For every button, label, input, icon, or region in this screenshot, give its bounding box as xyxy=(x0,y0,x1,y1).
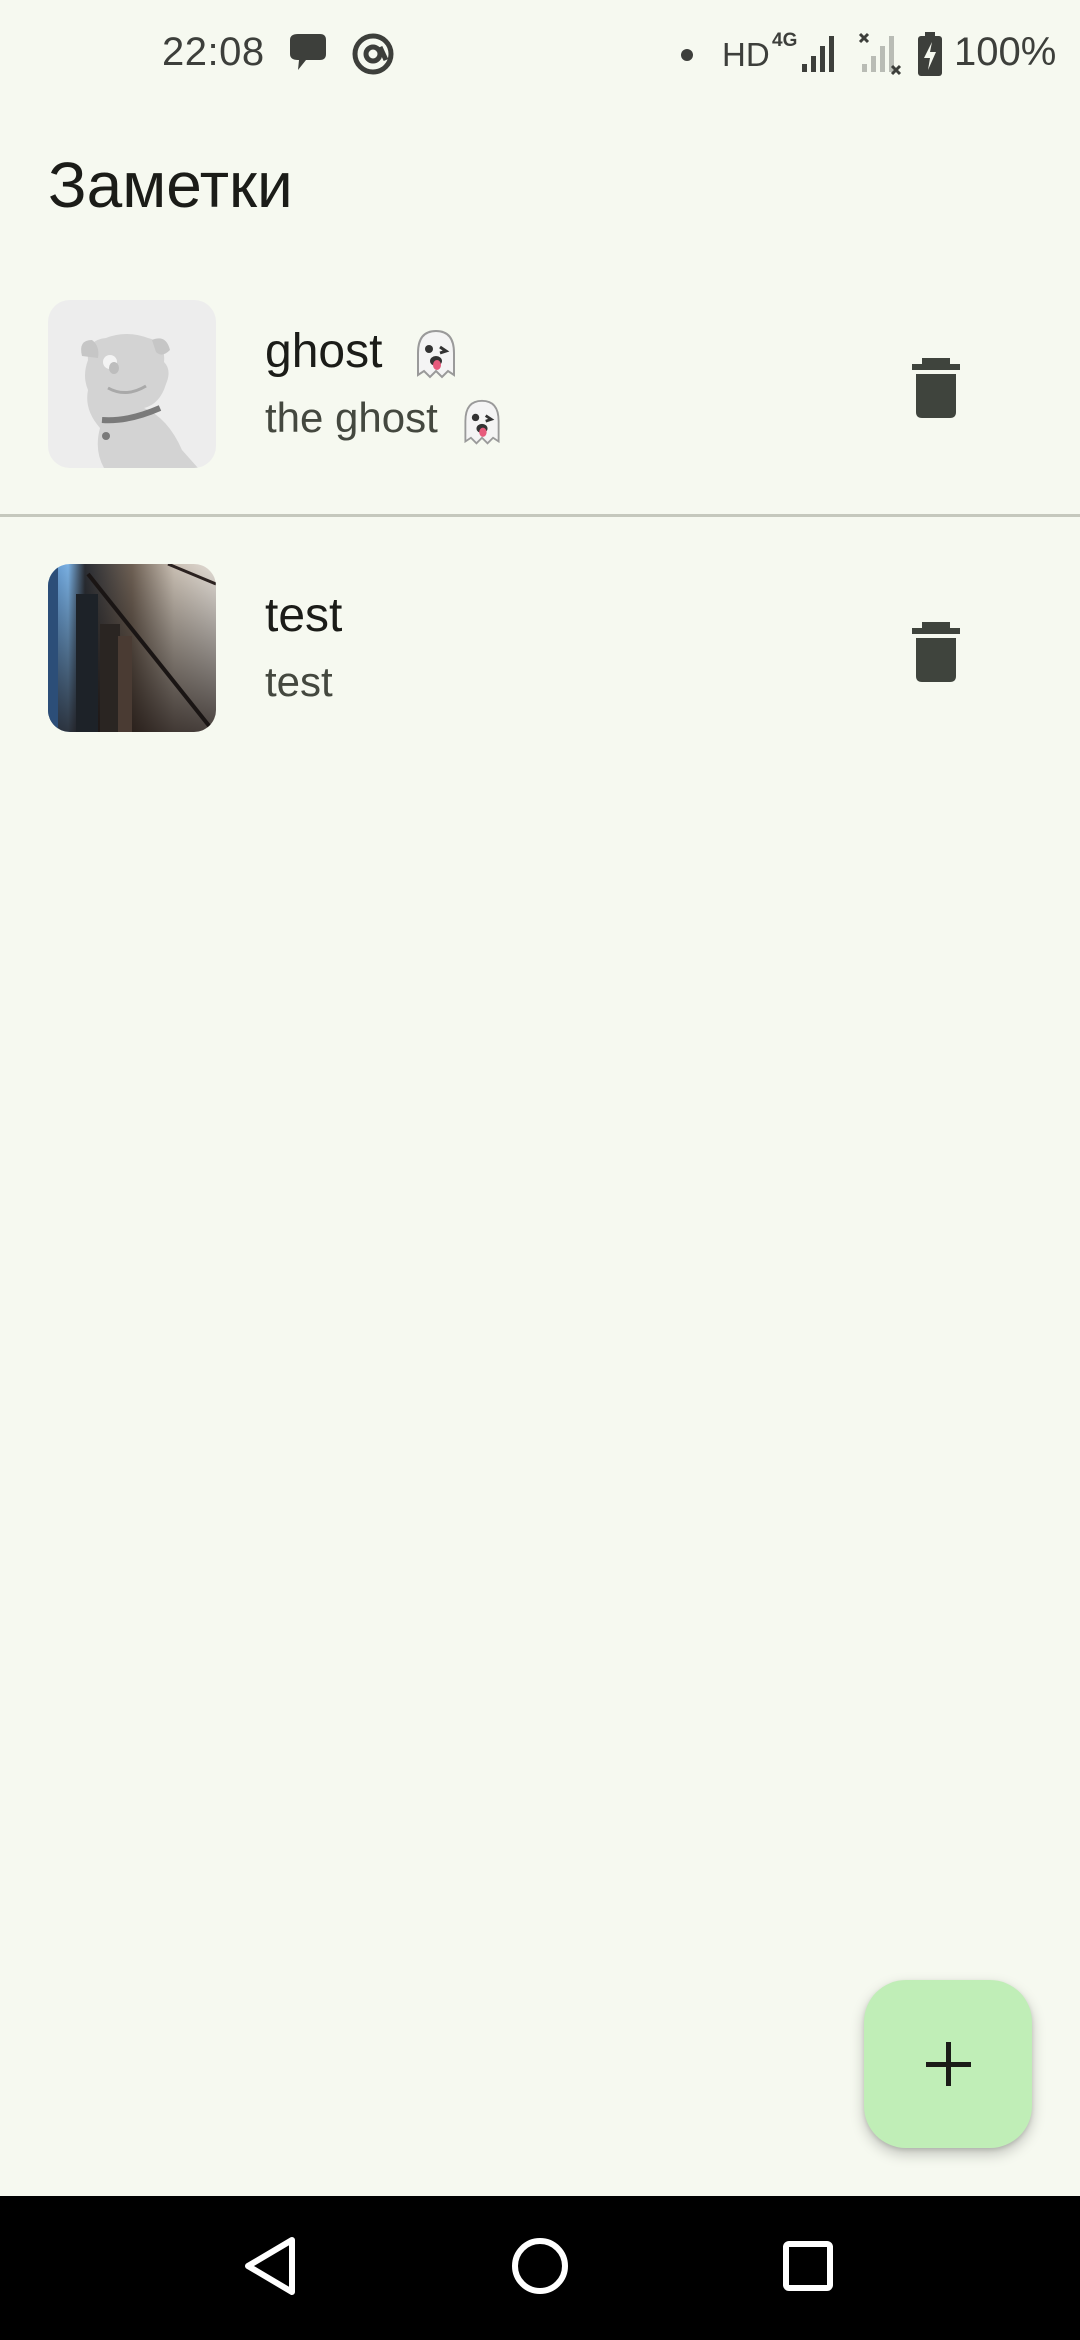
navigation-bar xyxy=(0,2196,1080,2340)
nav-home-button[interactable] xyxy=(490,2216,590,2316)
delete-button[interactable] xyxy=(896,612,976,692)
plus-icon xyxy=(926,2042,971,2086)
note-text: test xyxy=(265,658,333,705)
ghost-emoji-icon xyxy=(417,329,455,379)
home-circle-icon xyxy=(512,2238,568,2294)
signal-sim2-no-service-icon xyxy=(858,32,902,76)
status-bar: 22:08 HD 4G 100% xyxy=(0,0,1080,110)
note-title: test xyxy=(265,589,343,642)
photo-thumbnail xyxy=(48,564,216,732)
notification-dot-icon xyxy=(681,49,693,61)
chat-bubble-icon xyxy=(290,34,326,70)
note-title: ghost xyxy=(265,325,383,378)
add-note-button[interactable] xyxy=(864,1980,1032,2148)
network-4g-label: 4G xyxy=(772,30,798,51)
ghost-emoji-icon xyxy=(464,399,500,445)
note-item[interactable]: ghost the ghost xyxy=(0,252,1080,516)
battery-percent: 100% xyxy=(954,30,1057,74)
page-title: Заметки xyxy=(48,149,293,221)
status-time: 22:08 xyxy=(162,30,265,74)
note-item[interactable]: test test xyxy=(0,516,1080,780)
battery-charging-icon xyxy=(918,32,942,76)
note-text: the ghost xyxy=(265,394,438,441)
dog-placeholder-icon xyxy=(48,300,216,468)
trash-icon xyxy=(912,358,960,418)
back-triangle-icon xyxy=(245,2237,295,2295)
trash-icon xyxy=(912,622,960,682)
network-hd-label: HD xyxy=(722,36,770,73)
at-sign-icon xyxy=(352,33,394,75)
signal-sim1-icon xyxy=(802,36,834,72)
nav-back-button[interactable] xyxy=(222,2216,322,2316)
notes-screen: 22:08 HD 4G 100% Заметки ghost the ghost… xyxy=(0,0,1080,2340)
nav-recents-button[interactable] xyxy=(758,2216,858,2316)
recents-square-icon xyxy=(783,2241,833,2291)
delete-button[interactable] xyxy=(896,348,976,428)
